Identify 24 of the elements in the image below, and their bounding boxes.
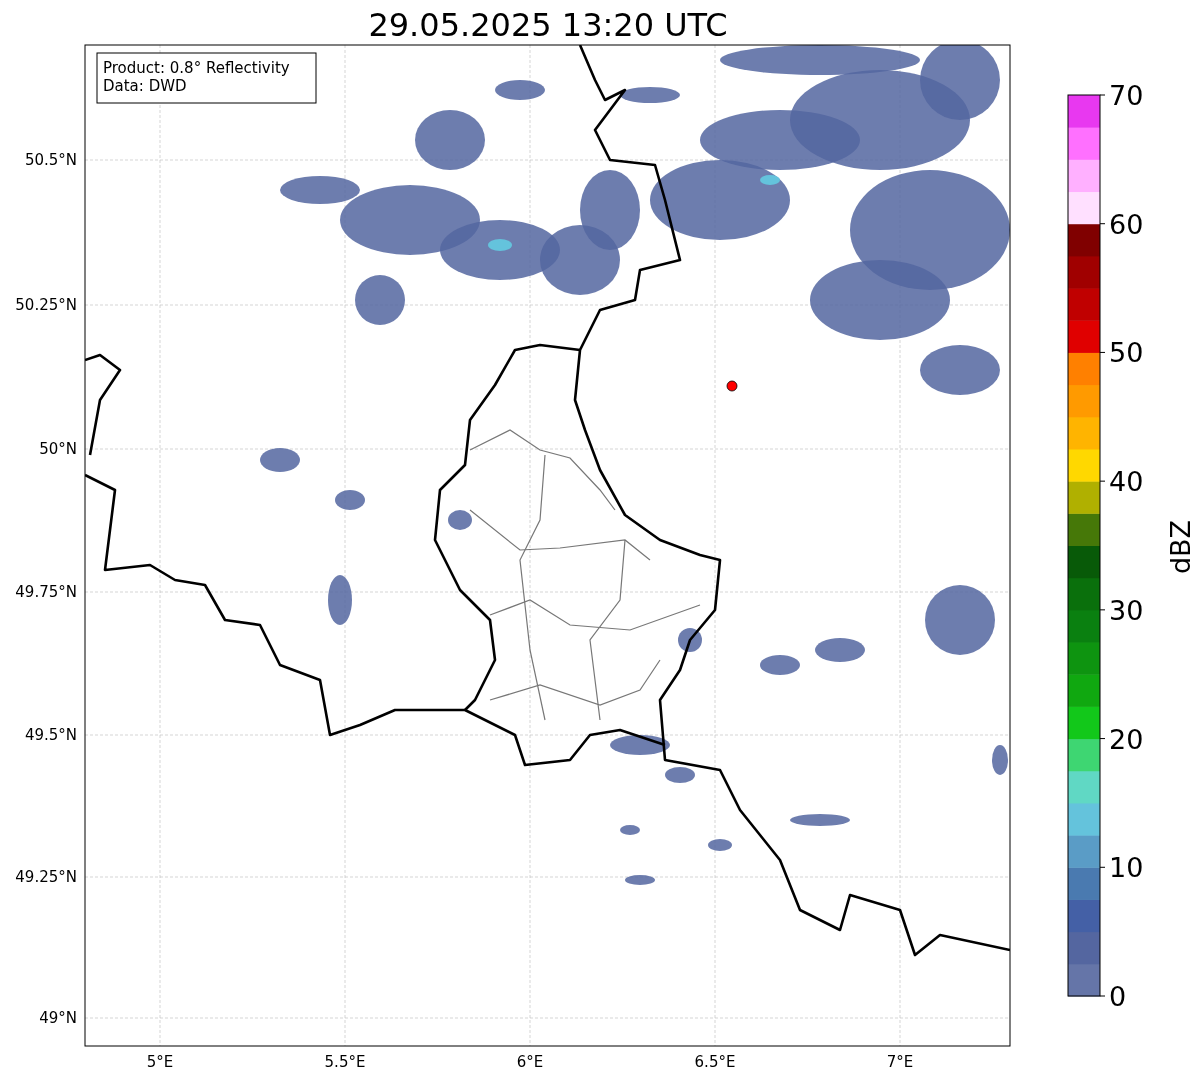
latitude-label: 49.75°N	[15, 583, 77, 601]
latitude-label: 50°N	[39, 440, 77, 458]
plot-title: 29.05.2025 13:20 UTC	[368, 6, 728, 44]
colorbar-tick-label: 50	[1109, 337, 1144, 369]
latitude-label: 49.25°N	[15, 868, 77, 886]
latitude-label: 49°N	[39, 1009, 77, 1027]
info-text: Product: 0.8° Reflectivity	[103, 59, 290, 77]
info-text: Data: DWD	[103, 77, 187, 95]
latitude-label: 49.5°N	[24, 726, 77, 744]
colorbar-tick-label: 30	[1109, 594, 1144, 626]
colorbar-tick-label: 40	[1109, 466, 1144, 498]
longitude-label: 5.5°E	[324, 1053, 366, 1071]
colorbar-label: dBZ	[1165, 519, 1196, 575]
colorbar-tick-label: 70	[1109, 80, 1144, 111]
colorbar-tick-label: 20	[1109, 723, 1144, 755]
latitude-label: 50.25°N	[15, 296, 77, 314]
longitude-label: 6.5°E	[694, 1053, 736, 1071]
latitude-label: 50.5°N	[24, 151, 77, 169]
longitude-label: 5°E	[146, 1053, 174, 1071]
colorbar-tick-label: 10	[1109, 852, 1144, 884]
colorbar-tick-label: 60	[1109, 208, 1144, 240]
longitude-label: 7°E	[886, 1053, 914, 1071]
longitude-label: 6°E	[516, 1053, 544, 1071]
colorbar-tick-label: 0	[1109, 981, 1127, 1012]
